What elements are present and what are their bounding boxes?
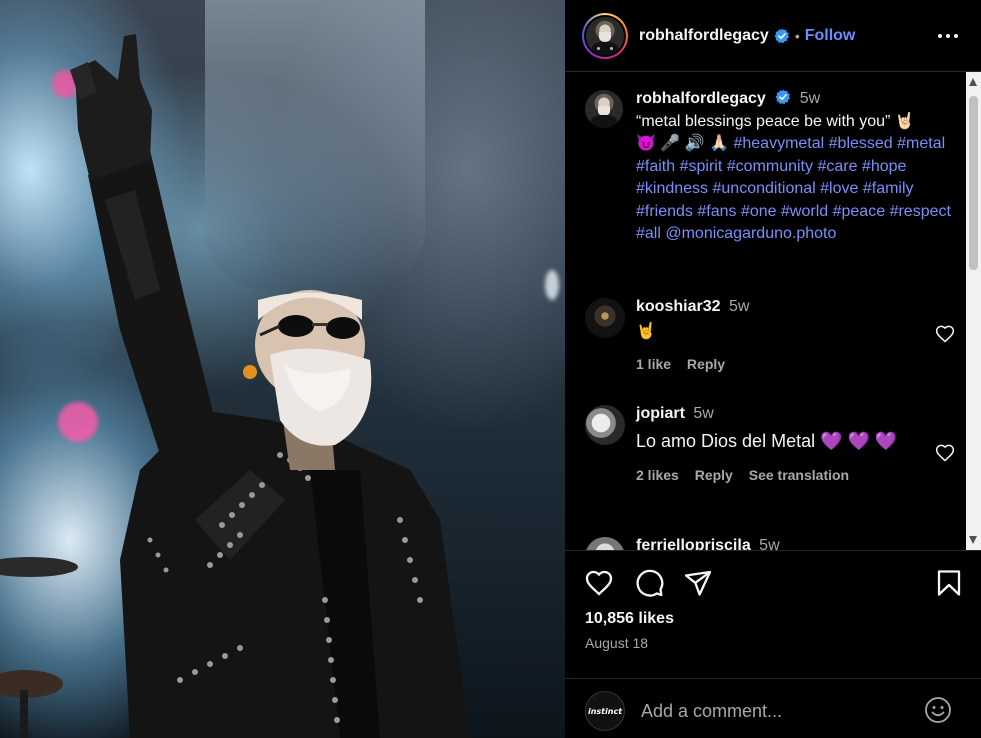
comment-text: 🤘: [636, 322, 656, 340]
scrollbar-thumb[interactable]: [969, 96, 978, 270]
performer-illustration: [0, 34, 470, 738]
hashtag[interactable]: #fans: [697, 203, 736, 220]
author-avatar-ring[interactable]: [582, 12, 628, 59]
follow-button[interactable]: Follow: [805, 27, 856, 45]
post-header: robhalfordlegacy • Follow: [565, 0, 981, 72]
reply-button[interactable]: Reply: [687, 356, 725, 372]
comment-likes-count[interactable]: 2 likes: [636, 467, 679, 483]
scroll-up-arrow-icon[interactable]: [969, 78, 977, 86]
author-avatar[interactable]: [586, 16, 624, 55]
comment-time: 5w: [693, 405, 714, 422]
hashtag[interactable]: #unconditional: [713, 180, 816, 197]
reply-button[interactable]: Reply: [695, 467, 733, 483]
commenter-avatar[interactable]: [585, 537, 625, 550]
hashtag[interactable]: #metal: [897, 135, 945, 152]
comment-time: 5w: [728, 298, 750, 315]
hashtag[interactable]: #care: [817, 158, 857, 175]
like-heart-icon[interactable]: [584, 568, 614, 598]
caption-text: “metal blessings peace be with you” 🤘🏻 😈…: [636, 111, 954, 246]
hashtag[interactable]: #one: [741, 203, 777, 220]
hashtag[interactable]: #family: [863, 180, 914, 197]
comments-list[interactable]: robhalfordlegacy 5w “metal blessings pea…: [565, 72, 966, 550]
save-bookmark-icon[interactable]: [934, 568, 964, 598]
comment-like-heart-icon[interactable]: [935, 443, 955, 463]
caption-username[interactable]: robhalfordlegacy: [636, 90, 766, 107]
add-comment-input[interactable]: [641, 699, 911, 723]
comment-bubble-icon[interactable]: [634, 568, 664, 598]
hashtag[interactable]: #hope: [862, 158, 907, 175]
comment-time: 5w: [759, 537, 780, 550]
caption-author-avatar[interactable]: [585, 90, 623, 128]
post-date[interactable]: August 18: [585, 635, 648, 651]
caption-quote: “metal blessings peace be with you” 🤘🏻: [636, 112, 915, 130]
more-options-icon[interactable]: [937, 26, 959, 46]
comment-likes-count[interactable]: 1 like: [636, 356, 671, 372]
comment-username[interactable]: jopiart: [636, 405, 685, 422]
hashtag[interactable]: #community: [727, 158, 813, 175]
commenter-avatar[interactable]: [585, 405, 625, 445]
hashtag[interactable]: #peace: [833, 203, 886, 220]
author-username[interactable]: robhalfordlegacy: [639, 27, 769, 45]
hashtag[interactable]: #respect: [890, 203, 951, 220]
comment-meta: 1 like Reply: [636, 353, 954, 376]
comment-text: Lo amo Dios del Metal 💜 💜 💜: [636, 430, 898, 451]
hashtag[interactable]: #friends: [636, 203, 693, 220]
share-send-icon[interactable]: [683, 568, 713, 598]
comment-like-heart-icon[interactable]: [935, 324, 955, 344]
scroll-down-arrow-icon[interactable]: [969, 536, 977, 544]
caption-emoji: 😈 🎤 🔊 🙏🏻: [636, 135, 730, 152]
comment-meta: 2 likes Reply See translation: [636, 464, 954, 487]
caption-time: 5w: [799, 90, 821, 107]
emoji-picker-icon[interactable]: [923, 695, 953, 725]
hashtag[interactable]: #world: [781, 203, 828, 220]
hashtag[interactable]: #kindness: [636, 180, 708, 197]
post-actions: 10,856 likes August 18 instinct: [565, 550, 981, 738]
post-details-panel: robhalfordlegacy • Follow robhalfordlega…: [565, 0, 981, 738]
comments-scrollbar[interactable]: [966, 72, 981, 550]
hashtag[interactable]: #heavymetal: [733, 135, 824, 152]
hashtag[interactable]: #faith: [636, 158, 675, 175]
hashtag[interactable]: #spirit: [680, 158, 723, 175]
mention-link[interactable]: @monicagarduno.photo: [665, 225, 836, 242]
hashtag[interactable]: #blessed: [829, 135, 893, 152]
hashtag[interactable]: #love: [820, 180, 858, 197]
likes-count[interactable]: 10,856 likes: [585, 610, 674, 628]
commenter-avatar[interactable]: [585, 298, 625, 338]
hashtag[interactable]: #all: [636, 225, 661, 242]
verified-badge-icon: [774, 28, 789, 43]
comment-username[interactable]: kooshiar32: [636, 298, 720, 315]
post-photo: [0, 0, 565, 738]
current-user-avatar[interactable]: instinct: [585, 691, 625, 731]
header-separator: •: [794, 27, 800, 44]
verified-badge-icon: [775, 89, 791, 105]
comment-username[interactable]: ferriellopriscila: [636, 537, 751, 550]
see-translation-button[interactable]: See translation: [749, 467, 849, 483]
comment-composer: instinct: [565, 678, 981, 738]
